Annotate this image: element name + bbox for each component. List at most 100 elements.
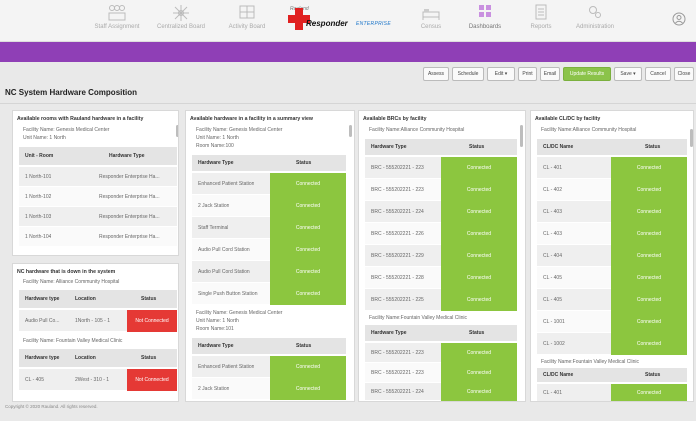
update-results-button[interactable]: Update Results	[563, 67, 611, 81]
table-row[interactable]: CL - 405 Connected	[537, 289, 687, 311]
table-header: CL/DC Name Status	[537, 139, 687, 155]
column-header: Hardware Type	[371, 330, 407, 336]
hardware-cell: Responder Enterprise Ha...	[99, 194, 160, 200]
nav-label: Staff Assignment	[94, 24, 140, 30]
cldc-cell: CL - 405	[543, 275, 562, 281]
scrollbar[interactable]	[176, 125, 178, 137]
nav-centralized-board[interactable]: Centralized Board	[146, 4, 216, 40]
report-icon	[535, 4, 547, 20]
table-row[interactable]: CL - 401 Connected	[537, 384, 687, 401]
nav-administration[interactable]: Administration	[560, 4, 630, 40]
status-badge: Connected	[441, 289, 517, 311]
column-header: Hardware Type	[198, 160, 234, 166]
assess-button[interactable]: Assess	[423, 67, 449, 81]
table-row[interactable]: Audio Pull Cord Station Connected	[192, 239, 346, 261]
scrollbar[interactable]	[349, 125, 352, 137]
user-avatar-icon[interactable]	[672, 12, 686, 26]
table-row[interactable]: BRC - 555202221 - 224 Connected	[365, 383, 517, 401]
table-row[interactable]: CL - 402 Connected	[537, 179, 687, 201]
table-row[interactable]: Single Push Button Station Connected	[192, 283, 346, 305]
table-row[interactable]: CL - 404 Connected	[537, 245, 687, 267]
table-row[interactable]: CL - 401 Connected	[537, 157, 687, 179]
scrollbar[interactable]	[520, 125, 523, 147]
status-badge: Connected	[611, 267, 687, 289]
table-row[interactable]: 1 North-103 Responder Enterprise Ha...	[19, 207, 177, 227]
status-badge: Connected	[611, 333, 687, 355]
unit-name: Unit Name: 1 North	[196, 318, 239, 324]
status-badge: Connected	[441, 157, 517, 179]
table-header: Hardware Type Status	[365, 325, 517, 341]
status-badge: Connected	[441, 201, 517, 223]
table-row[interactable]: CL - 1001 Connected	[537, 311, 687, 333]
table-row[interactable]: BRC - 555202221 - 225 Connected	[365, 289, 517, 311]
table-row[interactable]: BRC - 555202221 - 223 Connected	[365, 343, 517, 363]
column-header: Hardware type	[25, 296, 60, 302]
table-row[interactable]: CL - 1002 Connected	[537, 333, 687, 355]
room-name: Room Name:100	[196, 143, 234, 149]
close-button[interactable]: Close	[674, 67, 694, 81]
down-hardware-panel: NC hardware that is down in the system F…	[12, 263, 179, 402]
table-row[interactable]: Enhanced Patient Station Connected	[192, 356, 346, 378]
save-dropdown-button[interactable]: Save ▾	[614, 67, 642, 81]
table-row[interactable]: BRC - 555202221 - 223 Connected	[365, 179, 517, 201]
cldc-cell: CL - 405	[543, 297, 562, 303]
save-label: Save	[620, 71, 632, 77]
brc-cell: BRC - 555202221 - 224	[371, 389, 424, 395]
table-row[interactable]: BRC - 555202221 - 229 Connected	[365, 245, 517, 267]
table-row[interactable]: CL - 405 2West - 310 - 1 Not Connected	[19, 369, 177, 391]
table-row[interactable]: BRC - 555202221 - 228 Connected	[365, 267, 517, 289]
column-header: Location	[75, 296, 96, 302]
brc-cell: BRC - 555202221 - 226	[371, 231, 424, 237]
table-row[interactable]: 1 North-101 Responder Enterprise Ha...	[19, 167, 177, 187]
panel-title: Available hardware in a facility in a su…	[190, 116, 313, 122]
hardware-cell: Responder Enterprise Ha...	[99, 174, 160, 180]
column-header: CL/DC Name	[543, 144, 574, 150]
nav-label: Administration	[575, 24, 614, 30]
status-badge: Connected	[611, 157, 687, 179]
facility-name: Facility Name: Fountain Valley Medical C…	[23, 338, 123, 344]
facility-name: Facility Name:Alliance Community Hospita…	[369, 127, 465, 133]
hardware-cell: Enhanced Patient Station	[198, 181, 255, 187]
table-row[interactable]: BRC - 555202221 - 226 Connected	[365, 223, 517, 245]
edit-dropdown-button[interactable]: Edit ▾	[487, 67, 515, 81]
status-badge: Connected	[270, 378, 346, 400]
table-row[interactable]: 1 North-104 Responder Enterprise Ha...	[19, 227, 177, 247]
status-badge: Connected	[441, 223, 517, 245]
scrollbar[interactable]	[690, 129, 693, 147]
column-header: Hardware type	[25, 355, 60, 361]
chevron-down-icon: ▾	[633, 71, 636, 77]
table-row[interactable]: 2 Jack Station Connected	[192, 195, 346, 217]
status-badge: Connected	[611, 289, 687, 311]
cancel-button[interactable]: Cancel	[645, 67, 671, 81]
print-button[interactable]: Print	[518, 67, 537, 81]
status-badge: Connected	[270, 283, 346, 305]
table-row[interactable]: Staff Terminal Connected	[192, 217, 346, 239]
brc-cell: BRC - 555202221 - 223	[371, 165, 424, 171]
table-row[interactable]: BRC - 555202221 - 223 Connected	[365, 157, 517, 179]
table-row[interactable]: Audio Pull Co... 1North - 105 - 1 Not Co…	[19, 310, 177, 332]
edit-label: Edit	[494, 71, 504, 77]
table-header: Hardware type Location Status	[19, 290, 177, 308]
cldc-cell: CL - 1001	[543, 319, 565, 325]
status-badge: Connected	[611, 201, 687, 223]
column-header: Status	[296, 160, 312, 166]
table-row[interactable]: BRC - 555202221 - 224 Connected	[365, 201, 517, 223]
table-row[interactable]: CL - 405 Connected	[537, 267, 687, 289]
schedule-button[interactable]: Schedule	[452, 67, 484, 81]
table-row[interactable]: Audio Pull Cord Station Connected	[192, 261, 346, 283]
nav-staff-assignment[interactable]: Staff Assignment	[82, 4, 152, 40]
status-badge: Connected	[441, 267, 517, 289]
email-button[interactable]: Email	[540, 67, 560, 81]
table-row[interactable]: 1 North-102 Responder Enterprise Ha...	[19, 187, 177, 207]
nav-activity-board[interactable]: Activity Board	[212, 4, 282, 40]
table-row[interactable]: Enhanced Patient Station Connected	[192, 173, 346, 195]
table-row[interactable]: CL - 403 Connected	[537, 223, 687, 245]
table-row[interactable]: CL - 403 Connected	[537, 201, 687, 223]
hardware-cell: CL - 405	[25, 377, 44, 383]
panel-title: Available rooms with Rauland hardware in…	[17, 116, 144, 122]
table-row[interactable]: 2 Jack Station Connected	[192, 378, 346, 400]
table-row[interactable]: BRC - 555202221 - 223 Connected	[365, 363, 517, 383]
board-icon	[239, 5, 255, 19]
hardware-cell: Responder Enterprise Ha...	[99, 214, 160, 220]
room-cell: 1 North-104	[25, 234, 52, 240]
